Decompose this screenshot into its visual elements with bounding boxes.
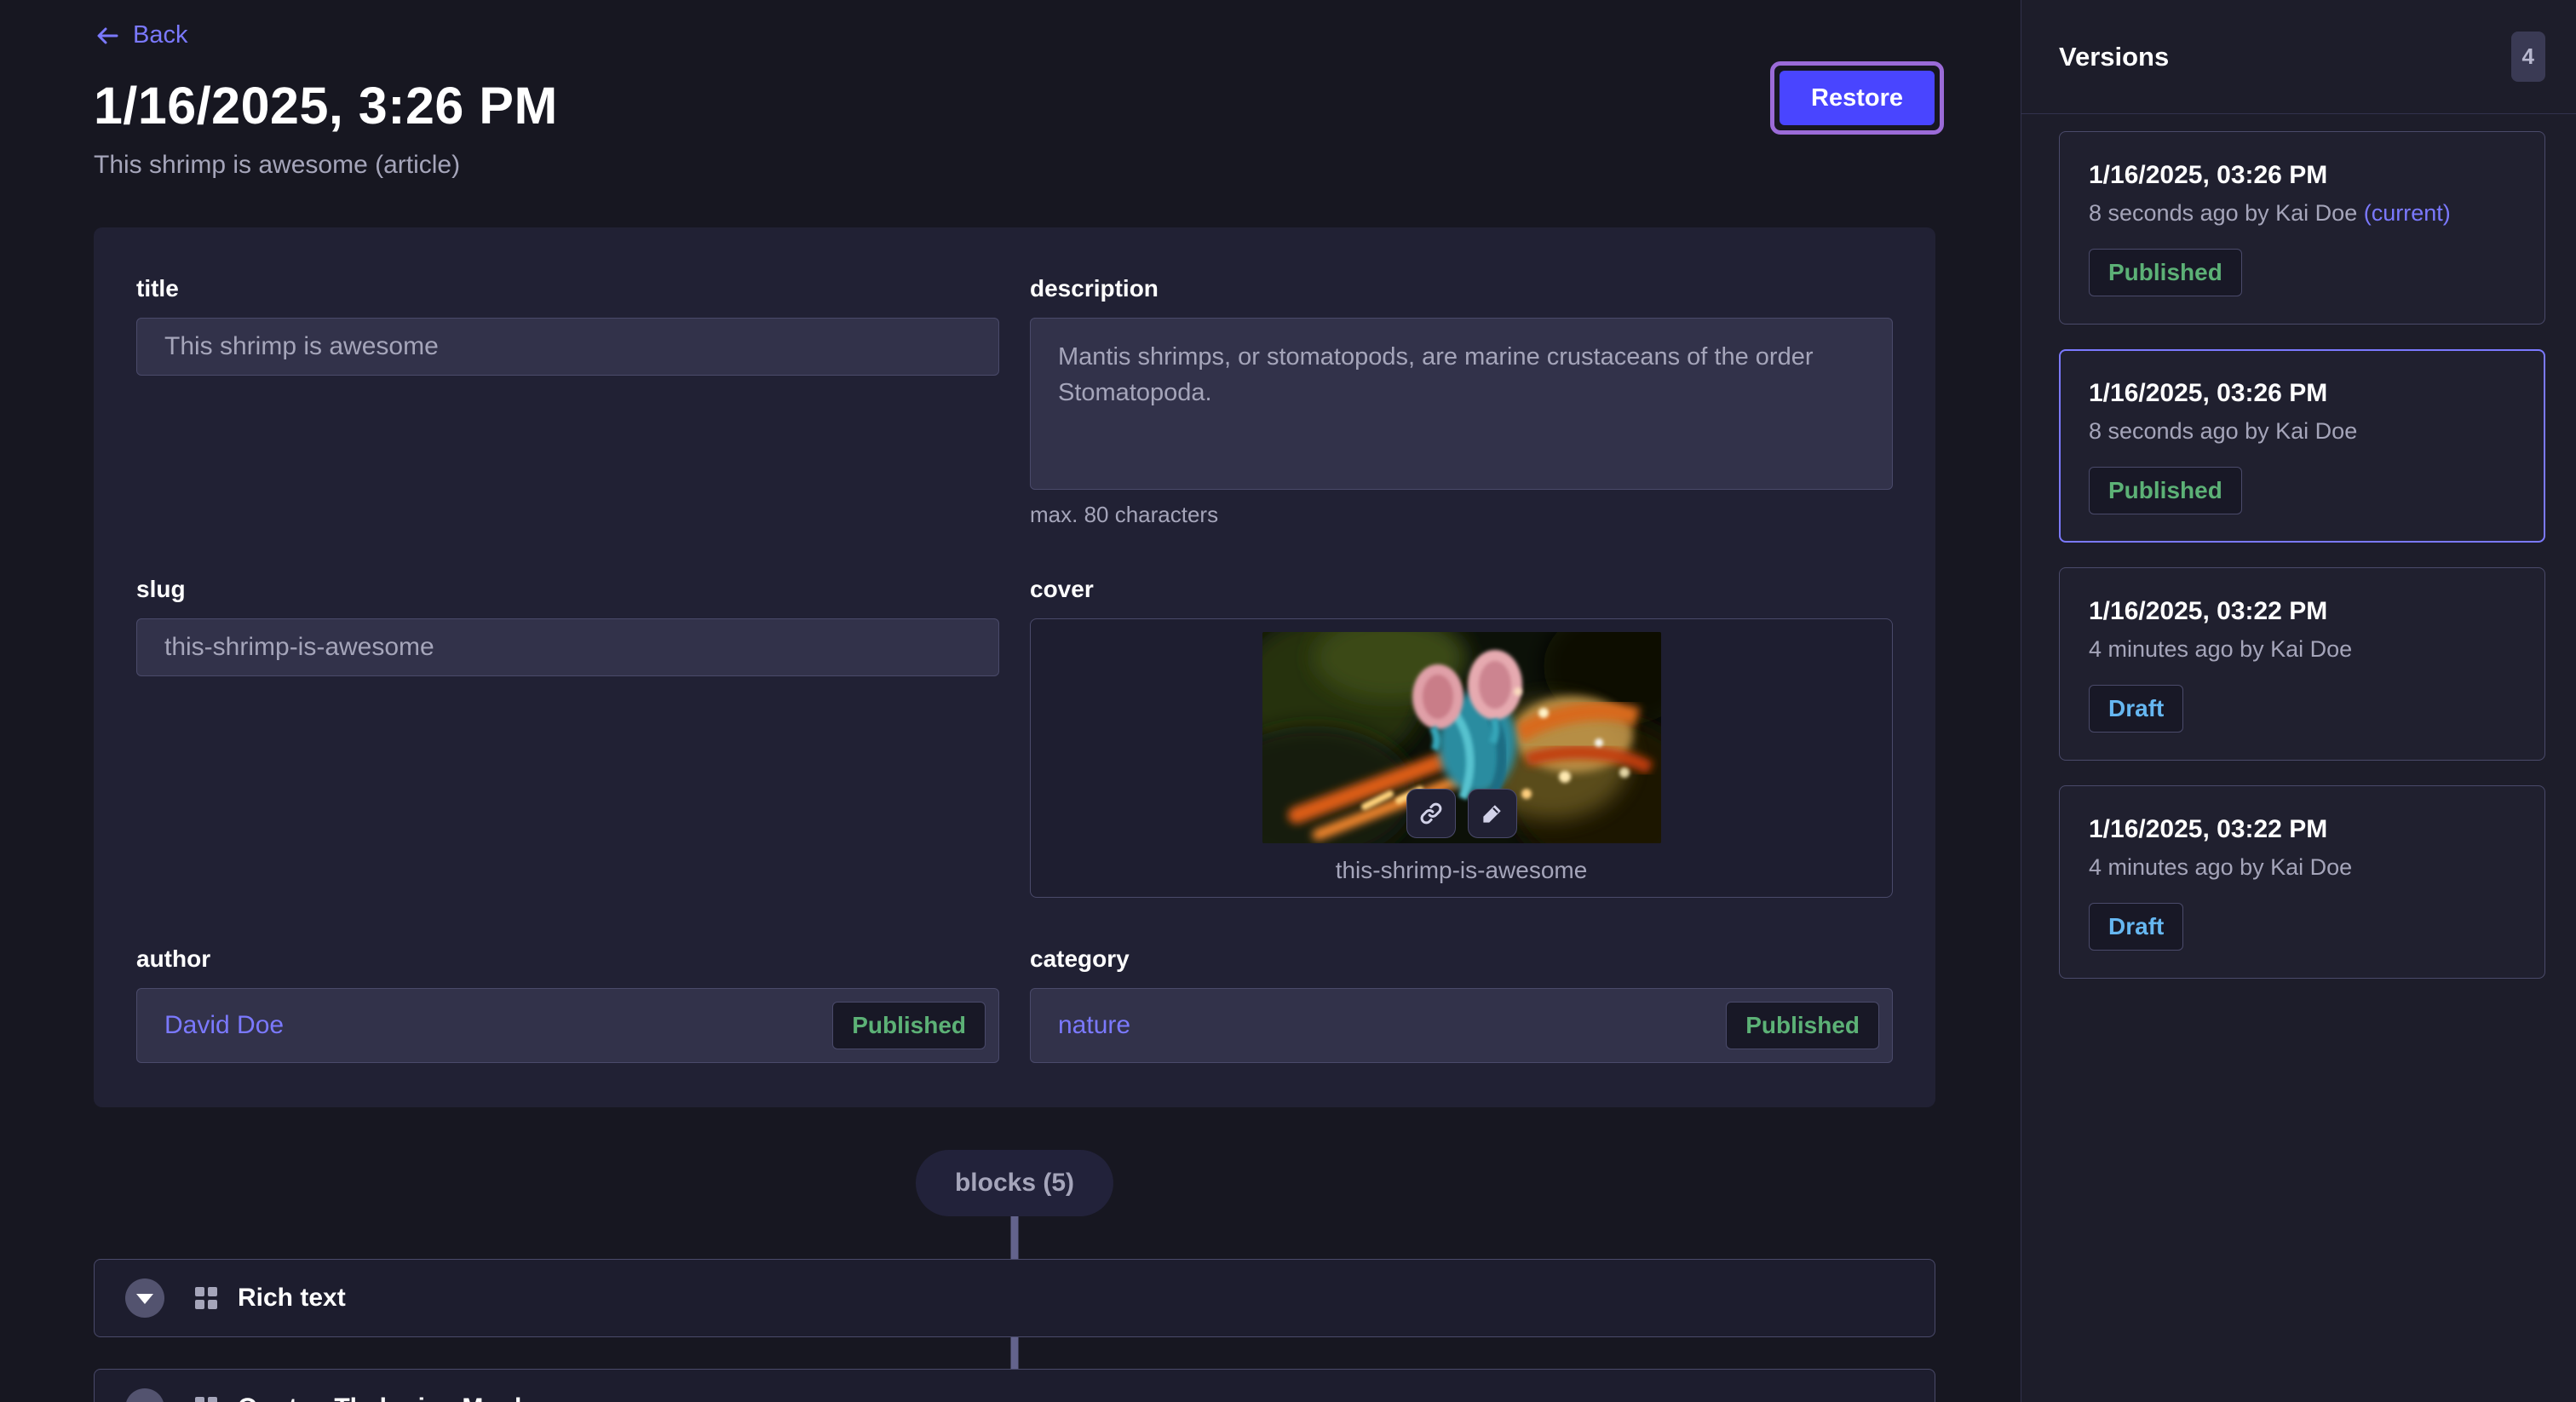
version-meta-text: 4 minutes ago by Kai Doe bbox=[2089, 636, 2352, 662]
restore-button[interactable]: Restore bbox=[1780, 71, 1935, 125]
category-field: category nature Published bbox=[1030, 945, 1893, 1063]
back-link[interactable]: Back bbox=[94, 21, 187, 49]
version-list: 1/16/2025, 03:26 PM 8 seconds ago by Kai… bbox=[2021, 114, 2576, 1009]
collapse-toggle-button[interactable] bbox=[125, 1388, 164, 1402]
version-meta-text: 8 seconds ago by Kai Doe bbox=[2089, 418, 2357, 444]
version-status-badge: Draft bbox=[2089, 903, 2183, 951]
blocks-connector-line bbox=[1011, 1216, 1019, 1259]
slug-field: slug this-shrimp-is-awesome bbox=[136, 576, 999, 676]
version-status-badge: Published bbox=[2089, 249, 2242, 296]
block-row-rich-text[interactable]: Rich text bbox=[94, 1259, 1935, 1337]
author-relation-box: David Doe Published bbox=[136, 988, 999, 1063]
cover-field: cover bbox=[1030, 576, 1893, 898]
description-field: description Mantis shrimps, or stomatopo… bbox=[1030, 275, 1893, 528]
version-meta: 8 seconds ago by Kai Doe bbox=[2089, 418, 2516, 445]
version-meta-text: 8 seconds ago by Kai Doe bbox=[2089, 200, 2357, 226]
pencil-icon bbox=[1480, 801, 1505, 826]
versions-sidebar-header: Versions 4 bbox=[2021, 0, 2576, 114]
back-label: Back bbox=[133, 21, 187, 49]
category-relation-link[interactable]: nature bbox=[1058, 1011, 1130, 1040]
back-arrow-icon bbox=[94, 22, 121, 49]
slug-label: slug bbox=[136, 576, 999, 603]
title-label: title bbox=[136, 275, 999, 302]
version-card[interactable]: 1/16/2025, 03:22 PM 4 minutes ago by Kai… bbox=[2059, 567, 2545, 761]
main-content: Back Restore 1/16/2025, 3:26 PM This shr… bbox=[0, 0, 2021, 1402]
versions-sidebar: Versions 4 1/16/2025, 03:26 PM 8 seconds… bbox=[2021, 0, 2576, 1402]
versions-count-badge: 4 bbox=[2511, 32, 2545, 82]
category-relation-box: nature Published bbox=[1030, 988, 1893, 1063]
version-timestamp: 1/16/2025, 03:26 PM bbox=[2089, 161, 2516, 190]
version-card-current[interactable]: 1/16/2025, 03:26 PM 8 seconds ago by Kai… bbox=[2059, 131, 2545, 325]
drag-handle-icon[interactable] bbox=[195, 1397, 217, 1402]
version-meta: 8 seconds ago by Kai Doe (current) bbox=[2089, 200, 2516, 227]
block-row-label: Rich text bbox=[238, 1284, 346, 1313]
title-field: title This shrimp is awesome bbox=[136, 275, 999, 376]
blocks-count-pill: blocks (5) bbox=[916, 1150, 1113, 1216]
page-title: 1/16/2025, 3:26 PM bbox=[94, 76, 1935, 135]
drag-handle-icon[interactable] bbox=[195, 1287, 217, 1309]
author-label: author bbox=[136, 945, 999, 973]
slug-input: this-shrimp-is-awesome bbox=[136, 618, 999, 676]
description-textarea: Mantis shrimps, or stomatopods, are mari… bbox=[1030, 318, 1893, 490]
block-row-label: Quote - Thelonius Monk bbox=[238, 1393, 529, 1402]
collapse-toggle-button[interactable] bbox=[125, 1278, 164, 1318]
edit-image-button[interactable] bbox=[1468, 789, 1517, 838]
link-icon bbox=[1418, 801, 1444, 826]
author-status-badge: Published bbox=[832, 1002, 986, 1049]
version-meta: 4 minutes ago by Kai Doe bbox=[2089, 636, 2516, 663]
version-meta-text: 4 minutes ago by Kai Doe bbox=[2089, 854, 2352, 880]
version-current-tag: (current) bbox=[2364, 200, 2451, 226]
title-input: This shrimp is awesome bbox=[136, 318, 999, 376]
restore-button-focus-ring: Restore bbox=[1770, 61, 1944, 135]
cover-image-actions bbox=[1406, 789, 1517, 838]
version-card[interactable]: 1/16/2025, 03:22 PM 4 minutes ago by Kai… bbox=[2059, 785, 2545, 979]
page-subtitle: This shrimp is awesome (article) bbox=[94, 151, 1935, 180]
chevron-down-icon bbox=[136, 1294, 153, 1304]
blocks-section-header: blocks (5) bbox=[94, 1150, 1935, 1259]
cover-image bbox=[1262, 632, 1661, 843]
cover-caption: this-shrimp-is-awesome bbox=[1336, 857, 1588, 884]
description-label: description bbox=[1030, 275, 1893, 302]
version-meta: 4 minutes ago by Kai Doe bbox=[2089, 854, 2516, 881]
cover-media-box: this-shrimp-is-awesome bbox=[1030, 618, 1893, 898]
category-status-badge: Published bbox=[1726, 1002, 1879, 1049]
version-timestamp: 1/16/2025, 03:22 PM bbox=[2089, 815, 2516, 844]
block-row-quote[interactable]: Quote - Thelonius Monk bbox=[94, 1369, 1935, 1402]
version-timestamp: 1/16/2025, 03:22 PM bbox=[2089, 597, 2516, 626]
version-status-badge: Published bbox=[2089, 467, 2242, 514]
blocks-connector-line bbox=[94, 1337, 1935, 1369]
copy-link-button[interactable] bbox=[1406, 789, 1456, 838]
version-timestamp: 1/16/2025, 03:26 PM bbox=[2089, 379, 2516, 408]
versions-heading: Versions bbox=[2059, 42, 2169, 72]
version-card-selected[interactable]: 1/16/2025, 03:26 PM 8 seconds ago by Kai… bbox=[2059, 349, 2545, 543]
version-form-card: title This shrimp is awesome description… bbox=[94, 227, 1935, 1107]
connector-stub bbox=[1011, 1337, 1019, 1369]
description-hint: max. 80 characters bbox=[1030, 502, 1893, 528]
category-label: category bbox=[1030, 945, 1893, 973]
version-status-badge: Draft bbox=[2089, 685, 2183, 733]
author-field: author David Doe Published bbox=[136, 945, 999, 1063]
cover-label: cover bbox=[1030, 576, 1893, 603]
author-relation-link[interactable]: David Doe bbox=[164, 1011, 284, 1040]
